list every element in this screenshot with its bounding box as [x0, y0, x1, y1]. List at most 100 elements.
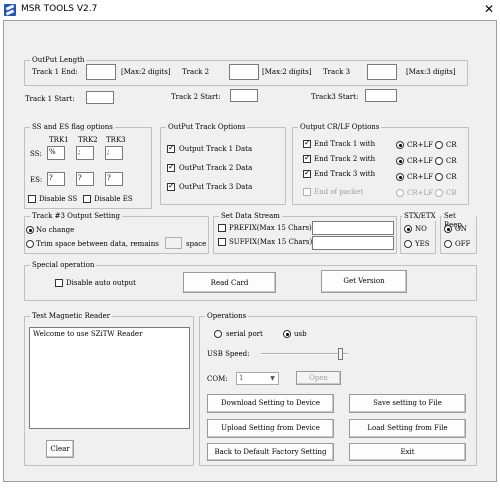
read-card-button[interactable]: Read Card [183, 272, 276, 293]
ss-trk1-input[interactable]: % [47, 146, 65, 160]
factory-reset-button[interactable]: Back to Default Factory Setting [207, 443, 334, 461]
track1-end-input[interactable] [86, 64, 116, 80]
output-track2-checkbox[interactable] [167, 162, 175, 172]
end-track3-cr-label: CR [446, 173, 457, 181]
disable-es-label: Disable ES [94, 195, 133, 203]
beep-on-label: ON [455, 225, 467, 233]
special-title: Special operation [30, 261, 97, 270]
ss-label: SS: [30, 150, 42, 158]
trk1-label: TRK1 [49, 136, 69, 144]
end-packet-checkbox[interactable] [303, 188, 311, 196]
output-track3-checkbox[interactable] [167, 181, 175, 191]
open-button[interactable]: Open [296, 371, 341, 385]
track3-start-label: Track3 Start: [311, 93, 359, 101]
usb-speed-slider-thumb[interactable] [337, 348, 343, 360]
end-packet-crlf-label: CR+LF [407, 189, 433, 197]
track1-start-input[interactable] [86, 91, 114, 104]
es-trk3-input[interactable]: ? [105, 172, 123, 186]
ss-trk2-input[interactable]: ; [76, 146, 94, 160]
disable-ss-checkbox[interactable] [28, 195, 36, 203]
prefix-input[interactable] [312, 221, 394, 235]
output-track1-checkbox[interactable] [167, 143, 175, 153]
suffix-input[interactable] [312, 236, 394, 250]
end-packet-cr-radio[interactable] [435, 189, 443, 197]
end-packet-cr-label: CR [446, 189, 457, 197]
stx-no-label: NO [415, 225, 427, 233]
clear-button[interactable]: Clear [46, 440, 74, 458]
suffix-checkbox[interactable] [218, 238, 226, 246]
end-track2-checkbox[interactable] [303, 153, 311, 163]
track3-setting-title: Track #3 Output Setting [30, 212, 122, 221]
ss-trk3-input[interactable]: ; [105, 146, 123, 160]
track2-start-label: Track 2 Start: [171, 93, 221, 101]
window-title: MSR TOOLS V2.7 [21, 4, 98, 14]
end-track3-crlf-radio[interactable] [396, 173, 404, 181]
output-track1-label: Output Track 1 Data [179, 145, 253, 153]
download-setting-button[interactable]: Download Setting to Device [207, 394, 334, 413]
exit-button[interactable]: Exit [349, 443, 466, 461]
track3-end-input[interactable] [367, 64, 397, 80]
reader-title: Test Magnetic Reader [30, 312, 113, 321]
com-select[interactable]: 1 ▼ [236, 372, 279, 385]
end-track3-checkbox[interactable] [303, 168, 311, 178]
title-bar: MSR TOOLS V2.7 ✕ [0, 0, 500, 20]
beep-off-radio[interactable] [444, 240, 452, 248]
beep-off-label: OFF [455, 240, 471, 248]
app-icon [4, 4, 16, 16]
save-setting-button[interactable]: Save setting to File [349, 394, 466, 413]
load-setting-button[interactable]: Load Setting from File [349, 419, 466, 438]
end-track2-cr-radio[interactable] [435, 157, 443, 165]
suffix-label: SUFFIX(Max 15 Chars): [229, 238, 315, 246]
end-track3-label: End Track 3 with [314, 170, 376, 178]
track1-hint: [Max:2 digits] [121, 68, 171, 76]
chevron-down-icon: ▼ [270, 375, 275, 382]
get-version-button[interactable]: Get Version [321, 270, 407, 293]
end-track1-crlf-radio[interactable] [396, 141, 404, 149]
track2-end-input[interactable] [229, 64, 259, 80]
end-track3-cr-radio[interactable] [435, 173, 443, 181]
end-track2-crlf-radio[interactable] [396, 157, 404, 165]
operations-title: Operations [205, 312, 249, 321]
end-packet-label: End of packet [314, 188, 364, 196]
trim-space-count-input[interactable] [165, 237, 182, 249]
end-track1-checkbox[interactable] [303, 138, 311, 148]
reader-output-textarea[interactable]: Welcome to use SZiTW Reader [29, 327, 190, 429]
output-track3-label: OutPut Track 3 Data [179, 183, 253, 191]
usb-radio[interactable] [283, 330, 291, 338]
trim-space-label: Trim space between data, remains [36, 240, 159, 248]
track1-end-label: Track 1 End: [32, 68, 78, 76]
end-track2-crlf-label: CR+LF [407, 157, 433, 165]
track1-start-label: Track 1 Start: [25, 95, 75, 103]
prefix-checkbox[interactable] [218, 224, 226, 232]
stx-yes-label: YES [415, 240, 430, 248]
com-label: COM: [207, 375, 228, 383]
end-packet-crlf-radio[interactable] [396, 189, 404, 197]
es-trk1-input[interactable]: ? [47, 172, 65, 186]
end-track1-crlf-label: CR+LF [407, 141, 433, 149]
upload-setting-button[interactable]: Upload Setting from Device [207, 419, 334, 438]
track3-label: Track 3 [323, 68, 351, 76]
serial-port-radio[interactable] [214, 330, 222, 338]
beep-on-radio[interactable] [444, 225, 452, 233]
serial-port-label: serial port [226, 330, 263, 338]
stx-no-radio[interactable] [404, 225, 412, 233]
trim-space-radio[interactable] [26, 240, 34, 248]
disable-es-checkbox[interactable] [83, 195, 91, 203]
no-change-radio[interactable] [26, 226, 34, 234]
end-track2-label: End Track 2 with [314, 155, 376, 163]
trk3-label: TRK3 [106, 136, 126, 144]
end-track2-cr-label: CR [446, 157, 457, 165]
track2-start-input[interactable] [230, 89, 258, 102]
track2-label: Track 2 [182, 68, 210, 76]
disable-ss-label: Disable SS [39, 195, 78, 203]
stx-yes-radio[interactable] [404, 240, 412, 248]
track3-start-input[interactable] [365, 89, 397, 102]
es-trk2-input[interactable]: ? [76, 172, 94, 186]
end-track1-cr-radio[interactable] [435, 141, 443, 149]
usb-speed-slider-track[interactable] [261, 353, 348, 355]
trk2-label: TRK2 [78, 136, 98, 144]
auto-output-checkbox[interactable] [55, 279, 63, 287]
end-track1-label: End Track 1 with [314, 140, 376, 148]
stx-title: STX/ETX [402, 212, 438, 221]
close-icon[interactable]: ✕ [484, 2, 494, 16]
